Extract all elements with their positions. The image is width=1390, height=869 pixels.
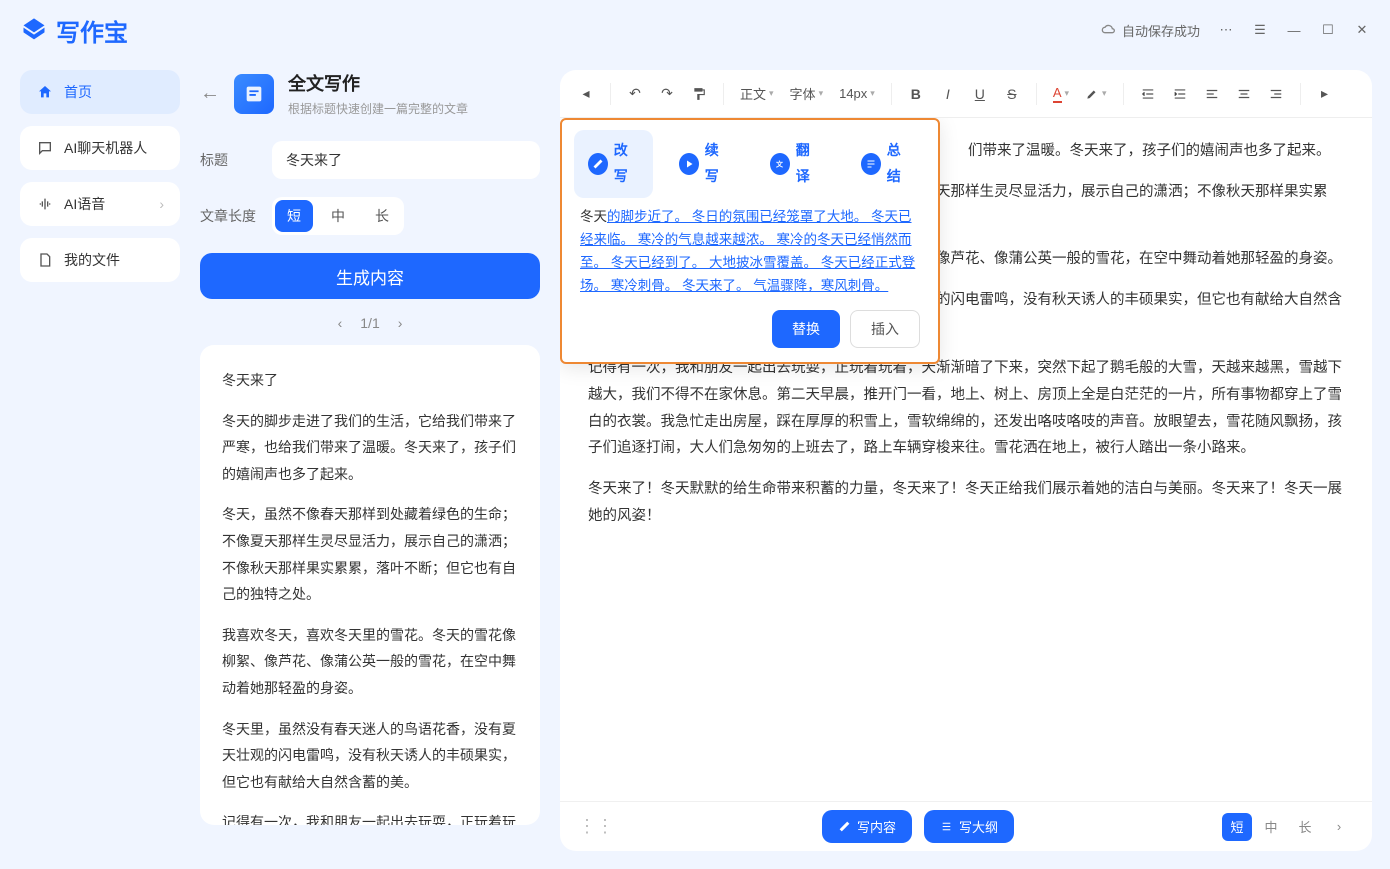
length-label: 文章长度 [200,206,260,226]
popup-result-text: 冬天的脚步近了。 冬日的氛围已经笼罩了大地。 冬天已经来临。 寒冷的气息越来越浓… [562,206,938,310]
toolbar-next-icon[interactable]: ▸ [1311,79,1339,109]
sidebar-item-label: 首页 [64,82,92,102]
indent-decrease-icon[interactable] [1134,79,1162,109]
chevron-right-icon[interactable]: › [1324,813,1354,841]
app-name: 写作宝 [56,13,128,48]
translate-icon: 文 [770,153,790,175]
drag-handle-icon[interactable]: ⋮⋮ [578,816,614,837]
file-icon [36,251,54,269]
back-button[interactable]: ← [200,82,220,105]
home-icon [36,83,54,101]
tab-rewrite[interactable]: 改写 [574,130,653,198]
editor-panel: ◂ ↶ ↷ 正文▾ 字体▾ 14px▾ B I U S A▾ ▾ ▸ 改写 [560,70,1372,851]
sidebar-item-files[interactable]: 我的文件 [20,238,180,282]
preview-card: 冬天来了 冬天的脚步走进了我们的生活，它给我们带来了严寒，也给我们带来了温暖。冬… [200,345,540,825]
menu-icon[interactable]: ☰ [1252,22,1268,38]
preview-heading: 冬天来了 [222,367,518,394]
replace-button[interactable]: 替换 [772,310,840,348]
voice-icon [36,195,54,213]
logo-icon [20,16,48,44]
editor-paragraph[interactable]: 冬天来了！冬天默默的给生命带来积蓄的力量，冬天来了！冬天正给我们展示着她的洁白与… [588,476,1344,530]
minimize-button[interactable]: — [1286,22,1302,38]
pager-prev[interactable]: ‹ [338,315,343,331]
continue-icon [679,153,699,175]
app-logo: 写作宝 [20,13,128,48]
align-right-icon[interactable] [1262,79,1290,109]
font-size-dropdown[interactable]: 14px▾ [833,86,881,101]
tab-summarize[interactable]: 总结 [847,130,926,198]
editor-body[interactable]: 改写 续写 文 翻译 总结 冬天的脚步近了。 冬日的氛围已经笼罩了大地。 冬天已… [560,118,1372,801]
generate-button[interactable]: 生成内容 [200,253,540,299]
editor-paragraph[interactable]: 记得有一次，我和朋友一起出去玩耍，正玩着玩着，天渐渐暗了下来，突然下起了鹅毛般的… [588,355,1344,462]
title-input[interactable] [272,141,540,179]
sidebar-item-home[interactable]: 首页 [20,70,180,114]
font-family-dropdown[interactable]: 字体▾ [784,84,830,103]
preview-paragraph: 冬天里，虽然没有春天迷人的鸟语花香，没有夏天壮观的闪电雷鸣，没有秋天诱人的丰硕果… [222,716,518,796]
svg-text:文: 文 [776,159,784,168]
bold-button[interactable]: B [902,79,930,109]
rewrite-icon [588,153,608,175]
page-title: 全文写作 [288,70,468,96]
tab-continue[interactable]: 续写 [665,130,744,198]
bottom-length-short[interactable]: 短 [1222,813,1252,841]
insert-button[interactable]: 插入 [850,310,920,348]
chevron-right-icon: › [159,196,164,212]
sidebar-item-label: AI语音 [64,194,105,214]
sidebar-item-label: 我的文件 [64,250,120,270]
italic-button[interactable]: I [934,79,962,109]
preview-paragraph: 记得有一次，我和朋友一起出去玩耍，正玩着玩着，天渐渐暗了下来，突然下起了鹅毛般的… [222,809,518,825]
summary-icon [861,153,881,175]
align-center-icon[interactable] [1230,79,1258,109]
font-color-button[interactable]: A▾ [1047,85,1075,103]
ai-rewrite-popup: 改写 续写 文 翻译 总结 冬天的脚步近了。 冬日的氛围已经笼罩了大地。 冬天已… [560,118,940,364]
sidebar-item-chatbot[interactable]: AI聊天机器人 [20,126,180,170]
sidebar-item-label: AI聊天机器人 [64,138,147,158]
pager-text: 1/1 [360,315,379,331]
title-label: 标题 [200,150,260,170]
pager-next[interactable]: › [398,315,403,331]
format-paint-icon[interactable] [685,79,713,109]
toolbar-prev-icon[interactable]: ◂ [572,79,600,109]
chat-icon [36,139,54,157]
indent-increase-icon[interactable] [1166,79,1194,109]
sidebar-item-voice[interactable]: AI语音 › [20,182,180,226]
write-content-button[interactable]: 写内容 [822,810,912,843]
maximize-button[interactable]: ☐ [1320,22,1336,38]
cloud-icon [1101,22,1117,38]
highlight-button[interactable]: ▾ [1079,87,1113,101]
preview-paragraph: 冬天，虽然不像春天那样到处藏着绿色的生命；不像夏天那样生灵尽显活力，展示自己的潇… [222,501,518,607]
editor-toolbar: ◂ ↶ ↷ 正文▾ 字体▾ 14px▾ B I U S A▾ ▾ ▸ [560,70,1372,118]
undo-button[interactable]: ↶ [621,79,649,109]
underline-button[interactable]: U [966,79,994,109]
autosave-status: 自动保存成功 [1101,21,1200,40]
page-type-icon [234,74,274,114]
align-left-icon[interactable] [1198,79,1226,109]
bottom-length-mid[interactable]: 中 [1256,813,1286,841]
length-mid[interactable]: 中 [319,200,357,232]
more-icon[interactable]: ⋯ [1218,22,1234,38]
sidebar: 首页 AI聊天机器人 AI语音 › 我的文件 [20,70,180,294]
close-button[interactable]: ✕ [1354,22,1370,38]
paragraph-style-dropdown[interactable]: 正文▾ [734,84,780,103]
tab-translate[interactable]: 文 翻译 [756,130,835,198]
bottom-length-long[interactable]: 长 [1290,813,1320,841]
preview-paragraph: 冬天的脚步走进了我们的生活，它给我们带来了严寒，也给我们带来了温暖。冬天来了，孩… [222,408,518,488]
length-long[interactable]: 长 [363,200,401,232]
compose-icon [838,820,851,833]
editor-bottom-bar: ⋮⋮ 写内容 写大纲 短 中 长 › [560,801,1372,851]
redo-button[interactable]: ↷ [653,79,681,109]
write-outline-button[interactable]: 写大纲 [924,810,1014,843]
outline-icon [940,820,953,833]
page-subtitle: 根据标题快速创建一篇完整的文章 [288,100,468,117]
strike-button[interactable]: S [998,79,1026,109]
preview-paragraph: 我喜欢冬天，喜欢冬天里的雪花。冬天的雪花像柳絮、像芦花、像蒲公英一般的雪花，在空… [222,622,518,702]
length-short[interactable]: 短 [275,200,313,232]
